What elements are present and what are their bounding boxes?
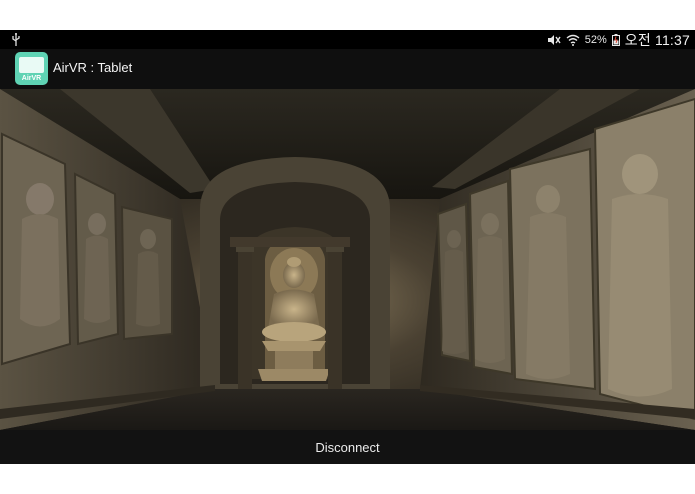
grotto-scene-image: [0, 89, 695, 430]
battery-icon: [611, 33, 620, 46]
vr-scene-view[interactable]: [0, 89, 695, 430]
disconnect-button[interactable]: Disconnect: [0, 430, 695, 464]
status-clock: 오전 11:37: [624, 31, 690, 48]
app-logo-text: AirVR: [21, 75, 42, 82]
tablet-screen: 52% 오전 11:37 AirVR AirVR : Tablet Discon…: [0, 30, 695, 464]
action-bar: AirVR AirVR : Tablet: [0, 49, 695, 89]
app-logo-icon: AirVR: [15, 52, 48, 85]
status-bar: 52% 오전 11:37: [0, 30, 695, 49]
battery-percent: 52%: [584, 33, 607, 46]
status-icons: 52% 오전 11:37: [547, 30, 690, 49]
wifi-icon: [566, 34, 580, 46]
bottom-bar: Disconnect: [0, 430, 695, 464]
usb-icon: [12, 33, 20, 46]
app-title: AirVR : Tablet: [53, 60, 133, 75]
app-logo-screen: [19, 57, 44, 73]
mute-icon: [547, 34, 561, 45]
